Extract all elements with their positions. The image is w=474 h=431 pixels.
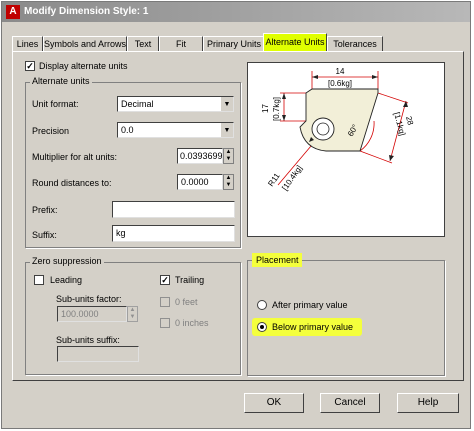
- preview-drawing: 14 [0.6kg] 17 [0.7kg] 28 [1.1kg] 60° R11…: [261, 67, 415, 192]
- multiplier-input[interactable]: 0.03936996: [177, 148, 223, 164]
- zero-suppression-group-title: Zero suppression: [30, 256, 104, 266]
- unit-format-label: Unit format:: [32, 99, 79, 109]
- preview-dim-top: 14: [336, 67, 345, 76]
- below-primary-radio[interactable]: [257, 322, 267, 332]
- multiplier-label: Multiplier for alt units:: [32, 152, 118, 162]
- spin-down-icon[interactable]: ▼: [224, 182, 233, 189]
- prefix-input[interactable]: [112, 201, 235, 218]
- tab-primary-units[interactable]: Primary Units: [203, 36, 265, 51]
- tab-fit[interactable]: Fit: [159, 36, 203, 51]
- trailing-checkbox[interactable]: ✓: [160, 275, 170, 285]
- preview-dim-right: 28: [404, 115, 415, 126]
- suffix-label: Suffix:: [32, 230, 57, 240]
- dimension-preview: 14 [0.6kg] 17 [0.7kg] 28 [1.1kg] 60° R11…: [247, 62, 445, 237]
- zero-feet-label: 0 feet: [175, 297, 198, 307]
- title-bar[interactable]: A Modify Dimension Style: 1: [2, 2, 470, 22]
- spin-down-icon[interactable]: ▼: [128, 314, 137, 321]
- dialog-window: A Modify Dimension Style: 1 Lines Symbol…: [1, 1, 471, 429]
- round-distances-input[interactable]: 0.0000: [177, 174, 223, 190]
- display-alternate-units-checkbox[interactable]: ✓: [25, 61, 35, 71]
- spin-up-icon[interactable]: ▲: [224, 149, 233, 156]
- display-alternate-units-label: Display alternate units: [39, 61, 128, 71]
- unit-format-select[interactable]: Decimal ▼: [117, 96, 234, 112]
- precision-value: 0.0: [121, 125, 134, 135]
- preview-dim-left-alt: [0.7kg]: [272, 97, 281, 121]
- round-distances-label: Round distances to:: [32, 178, 112, 188]
- sub-units-factor-input[interactable]: 100.0000: [57, 306, 127, 322]
- tab-symbols-and-arrows[interactable]: Symbols and Arrows: [43, 36, 127, 51]
- round-distances-spinner[interactable]: ▲ ▼: [223, 174, 234, 190]
- below-primary-label: Below primary value: [272, 322, 354, 332]
- spin-up-icon[interactable]: ▲: [224, 175, 233, 182]
- after-primary-radio[interactable]: [257, 300, 267, 310]
- tab-tolerances[interactable]: Tolerances: [327, 36, 383, 51]
- sub-units-factor-label: Sub-units factor:: [56, 294, 122, 304]
- suffix-input[interactable]: kg: [112, 225, 235, 242]
- spin-down-icon[interactable]: ▼: [224, 156, 233, 163]
- preview-dim-left: 17: [261, 104, 270, 113]
- alternate-units-group-title: Alternate units: [30, 76, 92, 86]
- preview-dim-right-alt: [1.1kg]: [392, 111, 407, 137]
- trailing-label: Trailing: [175, 275, 205, 285]
- zero-feet-checkbox[interactable]: [160, 297, 170, 307]
- help-button[interactable]: Help: [397, 393, 459, 413]
- after-primary-label: After primary value: [272, 300, 348, 310]
- sub-units-factor-spinner[interactable]: ▲ ▼: [127, 306, 138, 322]
- tab-text[interactable]: Text: [127, 36, 159, 51]
- sub-units-suffix-input[interactable]: [57, 346, 139, 362]
- zero-inches-label: 0 inches: [175, 318, 209, 328]
- autocad-app-icon: A: [6, 5, 20, 19]
- window-title: Modify Dimension Style: 1: [24, 6, 149, 17]
- prefix-label: Prefix:: [32, 205, 58, 215]
- preview-dim-top-alt: [0.6kg]: [328, 79, 352, 88]
- precision-label: Precision: [32, 126, 70, 136]
- spin-up-icon[interactable]: ▲: [128, 307, 137, 314]
- leading-label: Leading: [50, 275, 83, 285]
- sub-units-suffix-label: Sub-units suffix:: [56, 335, 120, 345]
- unit-format-value: Decimal: [121, 99, 154, 109]
- chevron-down-icon[interactable]: ▼: [220, 123, 233, 137]
- zero-inches-checkbox[interactable]: [160, 318, 170, 328]
- leading-checkbox[interactable]: [34, 275, 44, 285]
- placement-group-title: Placement: [256, 255, 299, 265]
- precision-select[interactable]: 0.0 ▼: [117, 122, 234, 138]
- multiplier-spinner[interactable]: ▲ ▼: [223, 148, 234, 164]
- ok-button[interactable]: OK: [244, 393, 304, 413]
- chevron-down-icon[interactable]: ▼: [220, 97, 233, 111]
- cancel-button[interactable]: Cancel: [320, 393, 380, 413]
- tab-lines[interactable]: Lines: [12, 36, 43, 51]
- preview-dim-radius: R11: [266, 171, 282, 188]
- tab-alternate-units[interactable]: Alternate Units: [263, 33, 327, 51]
